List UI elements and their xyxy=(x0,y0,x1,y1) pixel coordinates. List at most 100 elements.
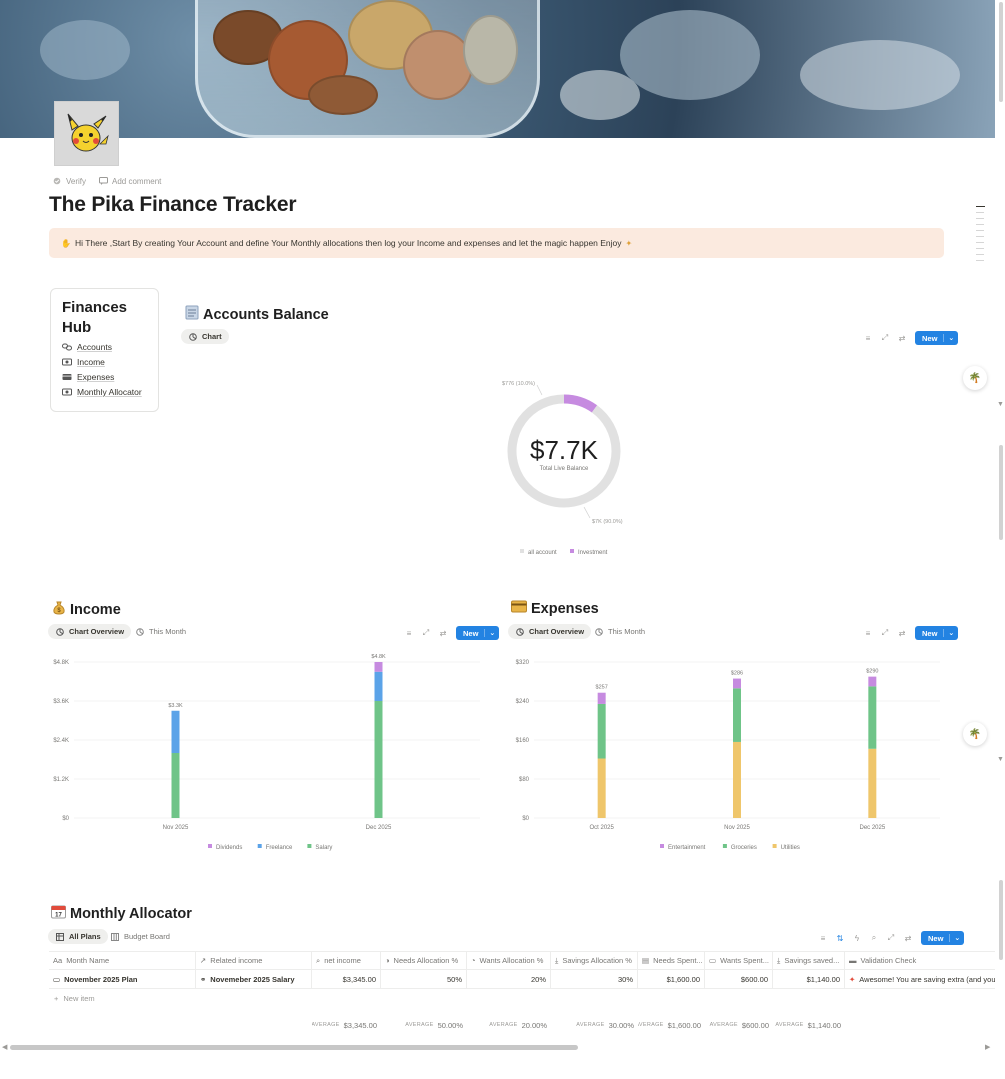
settings-sliders-icon[interactable]: ⇄ xyxy=(904,934,912,943)
tab-budget-board[interactable]: Budget Board xyxy=(103,929,177,944)
cell-savings-allocation[interactable]: 30% xyxy=(551,970,638,988)
filter-icon[interactable]: ≡ xyxy=(864,334,872,343)
new-label: New xyxy=(928,933,944,943)
column-header-wants-spent[interactable]: ▭ Wants Spent... xyxy=(705,952,773,969)
palm-tree-icon[interactable]: 🌴 xyxy=(963,722,987,746)
average-needs-spent[interactable]: AVERAGE $1,600.00 xyxy=(638,1016,705,1034)
bar-segment-salary[interactable] xyxy=(171,753,180,818)
average-wants-allocation[interactable]: AVERAGE 20.00% xyxy=(467,1016,551,1034)
bar-segment-groceries[interactable] xyxy=(597,703,606,759)
income-title: Income xyxy=(70,601,121,618)
search-icon[interactable]: ⌕ xyxy=(870,933,878,942)
cell-wants-spent[interactable]: $600.00 xyxy=(705,970,773,988)
column-label: Validation Check xyxy=(860,956,917,965)
settings-sliders-icon[interactable]: ⇄ xyxy=(439,629,447,638)
tab-all-plans[interactable]: All Plans xyxy=(48,929,108,944)
vertical-scrollbar[interactable] xyxy=(999,880,1003,960)
cell-net-income[interactable]: $3,345.00 xyxy=(312,970,381,988)
lightning-icon[interactable]: ϟ xyxy=(853,934,861,943)
column-header-needs-allocation[interactable]: ◑ Needs Allocation % xyxy=(381,952,467,969)
tab-expenses-this-month[interactable]: This Month xyxy=(587,624,652,639)
hub-link-income[interactable]: Income xyxy=(62,357,147,367)
cell-needs-spent[interactable]: $1,600.00 xyxy=(638,970,705,988)
bar-segment-entertainment[interactable] xyxy=(733,678,741,689)
vertical-scrollbar[interactable] xyxy=(999,2,1003,102)
bar-segment-freelance[interactable] xyxy=(374,671,383,701)
tab-chart[interactable]: Chart xyxy=(181,329,229,344)
page-outline[interactable] xyxy=(976,206,985,261)
chevron-down-icon[interactable]: ▼ xyxy=(997,756,1004,763)
ledger-icon xyxy=(185,305,199,324)
add-comment-button[interactable]: Add comment xyxy=(98,176,161,186)
cell-needs-allocation[interactable]: 50% xyxy=(381,970,467,988)
column-header-savings-allocation[interactable]: ⤓ Savings Allocation % xyxy=(551,952,638,969)
tab-income-chart-overview[interactable]: Chart Overview xyxy=(48,624,132,639)
column-header-validation-check[interactable]: ▬ Validation Check xyxy=(845,952,995,969)
bar-segment-utilities[interactable] xyxy=(733,741,741,818)
scroll-right-arrow[interactable]: ▶ xyxy=(985,1043,990,1051)
filter-icon[interactable]: ≡ xyxy=(819,934,827,943)
column-header-wants-allocation[interactable]: ◔ Wants Allocation % xyxy=(467,952,551,969)
verify-button[interactable]: Verify xyxy=(52,176,86,186)
column-header-month-name[interactable]: Aa Month Name xyxy=(49,952,196,969)
cell-month-name[interactable]: ▭ November 2025 Plan xyxy=(49,970,196,988)
cell-wants-allocation[interactable]: 20% xyxy=(467,970,551,988)
expand-icon[interactable]: ⤢ xyxy=(881,628,889,637)
chevron-down-icon[interactable]: ⌄ xyxy=(943,334,958,342)
allocator-new-button[interactable]: New ⌄ xyxy=(921,931,965,945)
expand-icon[interactable]: ⤢ xyxy=(881,333,889,342)
expenses-new-button[interactable]: New ⌄ xyxy=(915,626,959,640)
sort-icon[interactable]: ⇅ xyxy=(836,934,844,943)
income-new-button[interactable]: New ⌄ xyxy=(456,626,500,640)
column-label: net income xyxy=(324,956,361,965)
column-header-savings-saved[interactable]: ⤓ Savings saved... xyxy=(773,952,845,969)
tab-income-this-month[interactable]: This Month xyxy=(128,624,193,639)
column-header-net-income[interactable]: ⌕ net income xyxy=(312,952,381,969)
average-net-income[interactable]: AVERAGE $3,345.00 xyxy=(312,1016,381,1034)
bar-segment-groceries[interactable] xyxy=(868,686,877,749)
expand-icon[interactable]: ⤢ xyxy=(422,628,430,637)
table-row[interactable]: ▭ November 2025 Plan ⚭ Novemeber 2025 Sala… xyxy=(49,970,995,989)
cell-related-income[interactable]: ⚭ Novemeber 2025 Salary xyxy=(196,970,312,988)
column-header-needs-spent[interactable]: ▤ Needs Spent... xyxy=(638,952,705,969)
bar-segment-utilities[interactable] xyxy=(597,758,606,818)
expand-icon[interactable]: ⤢ xyxy=(887,933,895,942)
accounts-new-button[interactable]: New ⌄ xyxy=(915,331,959,345)
bar-segment-utilities[interactable] xyxy=(868,748,877,818)
new-item-button[interactable]: + New item xyxy=(49,989,995,1008)
hub-link-monthly-allocator[interactable]: Monthly Allocator xyxy=(62,387,147,397)
donut-slice-investment[interactable] xyxy=(563,394,598,413)
column-header-related-income[interactable]: ↗ Related income xyxy=(196,952,312,969)
cell-savings-saved[interactable]: $1,140.00 xyxy=(773,970,845,988)
hub-link-expenses[interactable]: Expenses xyxy=(62,372,147,382)
average-value: $3,345.00 xyxy=(343,1020,377,1030)
clap-icon: ✋ xyxy=(61,238,71,248)
bar-segment-entertainment[interactable] xyxy=(597,692,606,704)
bar-segment-dividends[interactable] xyxy=(374,662,383,672)
horizontal-scrollbar[interactable] xyxy=(10,1045,578,1050)
bar-segment-salary[interactable] xyxy=(374,701,383,818)
settings-sliders-icon[interactable]: ⇄ xyxy=(898,629,906,638)
chevron-down-icon[interactable]: ▼ xyxy=(997,401,1004,408)
bar-segment-groceries[interactable] xyxy=(733,688,741,742)
page-icon-pikachu[interactable] xyxy=(54,101,119,166)
average-savings-saved[interactable]: AVERAGE $1,140.00 xyxy=(773,1016,845,1034)
palm-tree-icon[interactable]: 🌴 xyxy=(963,366,987,390)
vertical-scrollbar[interactable] xyxy=(999,445,1003,540)
chevron-down-icon[interactable]: ⌄ xyxy=(484,629,499,637)
chevron-down-icon[interactable]: ⌄ xyxy=(949,934,964,942)
tab-expenses-chart-overview[interactable]: Chart Overview xyxy=(508,624,592,639)
hub-link-accounts[interactable]: Accounts xyxy=(62,342,147,352)
table-header: Aa Month Name ↗ Related income ⌕ net income… xyxy=(49,951,995,970)
chevron-down-icon[interactable]: ⌄ xyxy=(943,629,958,637)
filter-icon[interactable]: ≡ xyxy=(405,629,413,638)
settings-sliders-icon[interactable]: ⇄ xyxy=(898,334,906,343)
cell-validation-check[interactable]: ✦ Awesome! You are saving extra (and you … xyxy=(845,970,995,988)
scroll-left-arrow[interactable]: ◀ xyxy=(2,1043,7,1051)
average-wants-spent[interactable]: AVERAGE $600.00 xyxy=(705,1016,773,1034)
average-needs-allocation[interactable]: AVERAGE 50.00% xyxy=(381,1016,467,1034)
bar-segment-entertainment[interactable] xyxy=(868,676,877,687)
filter-icon[interactable]: ≡ xyxy=(864,629,872,638)
average-savings-allocation[interactable]: AVERAGE 30.00% xyxy=(551,1016,638,1034)
bar-segment-freelance[interactable] xyxy=(171,710,180,753)
